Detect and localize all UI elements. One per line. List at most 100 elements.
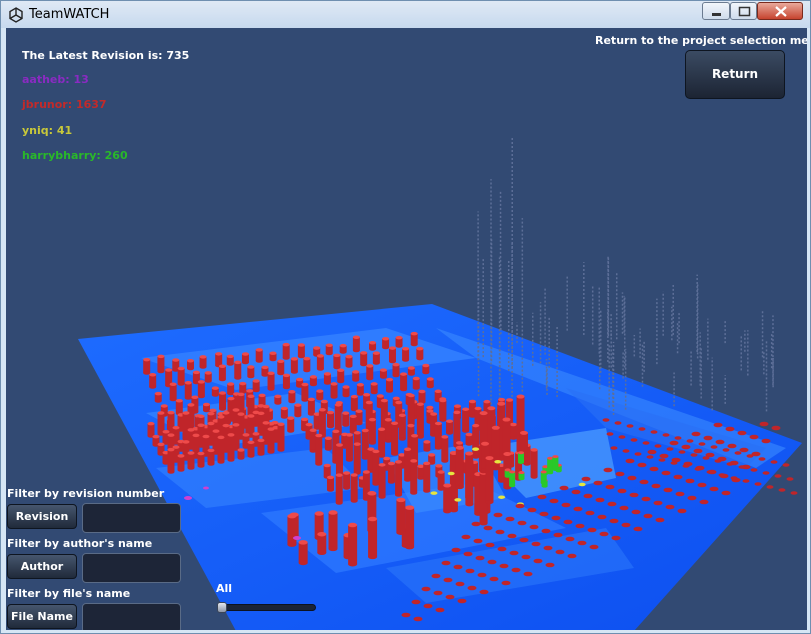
- building: [655, 517, 665, 523]
- file-filter-button[interactable]: File Name: [7, 604, 77, 629]
- building: [203, 486, 209, 490]
- building: [617, 488, 627, 494]
- building: [325, 343, 333, 356]
- building: [673, 474, 683, 480]
- maximize-button[interactable]: [730, 2, 757, 20]
- building: [309, 375, 317, 387]
- building: [599, 531, 609, 537]
- building: [593, 480, 603, 486]
- building: [395, 460, 403, 497]
- building: [737, 430, 747, 436]
- building: [410, 459, 418, 495]
- building: [269, 351, 277, 362]
- revision-filter-button[interactable]: Revision: [7, 504, 77, 529]
- author-stat: aatheb: 13: [22, 73, 89, 86]
- building: [434, 421, 442, 450]
- building: [507, 533, 517, 539]
- building: [639, 479, 649, 485]
- file-filter-label: Filter by file's name: [7, 587, 131, 600]
- building: [345, 433, 353, 462]
- building: [498, 495, 506, 499]
- building: [495, 529, 505, 535]
- building: [186, 358, 194, 371]
- building: [385, 377, 393, 393]
- building: [699, 499, 709, 505]
- building: [316, 389, 324, 401]
- file-filter-input[interactable]: [82, 603, 181, 630]
- building: [709, 486, 719, 492]
- building: [301, 382, 309, 402]
- building: [758, 457, 766, 461]
- building: [637, 462, 647, 468]
- building: [157, 354, 165, 374]
- building: [342, 411, 350, 427]
- building: [643, 513, 653, 519]
- revision-slider[interactable]: [217, 604, 316, 611]
- building: [629, 492, 639, 498]
- building: [518, 471, 525, 481]
- building: [287, 416, 295, 433]
- building: [630, 438, 638, 442]
- building: [715, 439, 725, 445]
- building: [537, 494, 547, 500]
- building: [416, 346, 424, 361]
- building: [465, 451, 474, 500]
- building: [714, 459, 722, 463]
- building: [553, 532, 563, 538]
- building: [203, 402, 211, 413]
- building: [187, 451, 195, 470]
- building: [502, 417, 511, 458]
- building: [396, 497, 406, 535]
- building: [531, 541, 541, 547]
- building: [547, 456, 554, 475]
- building: [661, 470, 671, 476]
- building: [602, 418, 610, 422]
- building: [293, 536, 301, 540]
- building: [625, 458, 635, 464]
- revision-filter-input[interactable]: [82, 503, 181, 533]
- building: [762, 471, 770, 475]
- close-button[interactable]: [757, 2, 803, 20]
- building: [619, 505, 629, 511]
- building: [227, 382, 235, 396]
- building: [463, 551, 473, 557]
- visualization-viewport[interactable]: The Latest Revision is: 735 Return to th…: [6, 28, 807, 630]
- building: [472, 423, 480, 459]
- return-button[interactable]: Return: [685, 50, 785, 99]
- building: [282, 373, 290, 390]
- building: [610, 446, 618, 450]
- building: [567, 553, 577, 559]
- author-filter-input[interactable]: [82, 553, 181, 583]
- building: [771, 425, 781, 431]
- building: [149, 372, 157, 389]
- title-bar[interactable]: TeamWATCH: [1, 1, 810, 28]
- building: [477, 572, 487, 578]
- building: [754, 482, 762, 486]
- building: [485, 542, 495, 548]
- building: [443, 483, 452, 514]
- author-stat: yniq: 41: [22, 124, 73, 137]
- building: [457, 598, 467, 604]
- building: [581, 476, 591, 482]
- building: [407, 393, 415, 426]
- building: [423, 603, 433, 609]
- author-filter-button[interactable]: Author: [7, 554, 77, 579]
- minimize-button[interactable]: [702, 2, 730, 20]
- building: [423, 461, 431, 493]
- building: [410, 331, 418, 347]
- building: [634, 452, 642, 456]
- building: [649, 466, 659, 472]
- building: [317, 531, 327, 556]
- building: [559, 485, 569, 491]
- building: [239, 381, 247, 394]
- building: [515, 503, 525, 509]
- building: [726, 462, 734, 466]
- building: [177, 454, 185, 472]
- building: [659, 453, 669, 459]
- building: [369, 340, 377, 351]
- building: [422, 363, 430, 375]
- building: [539, 511, 549, 517]
- building: [413, 616, 423, 622]
- revision-slider-thumb[interactable]: [217, 602, 227, 613]
- building: [658, 458, 666, 462]
